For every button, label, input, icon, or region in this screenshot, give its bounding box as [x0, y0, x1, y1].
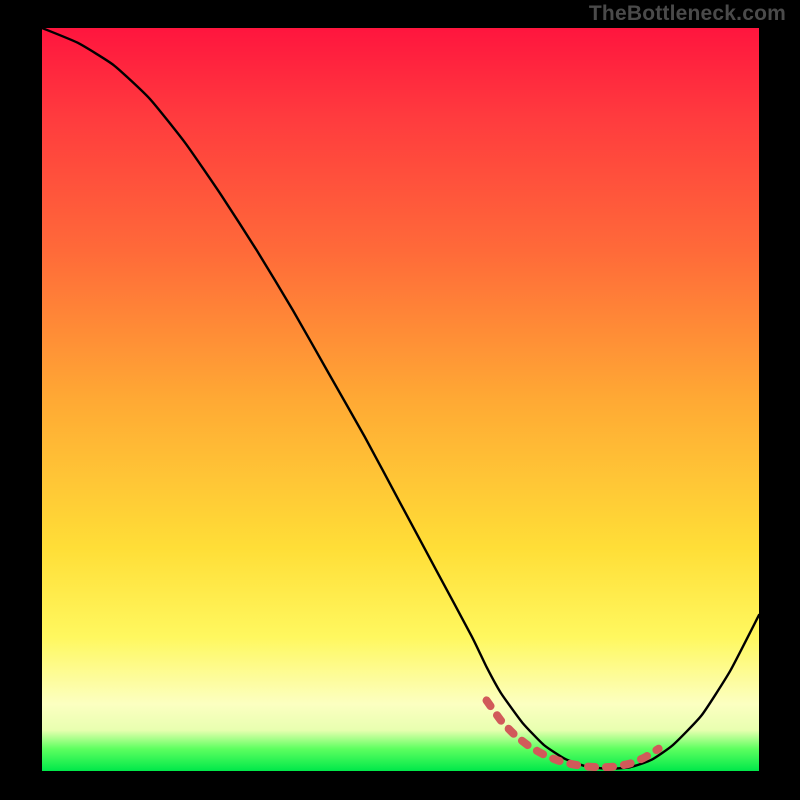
bottleneck-curve-line	[42, 28, 759, 769]
watermark-text: TheBottleneck.com	[589, 2, 786, 26]
plot-area	[42, 28, 759, 771]
chart-svg	[42, 28, 759, 771]
chart-frame: TheBottleneck.com	[0, 0, 800, 800]
